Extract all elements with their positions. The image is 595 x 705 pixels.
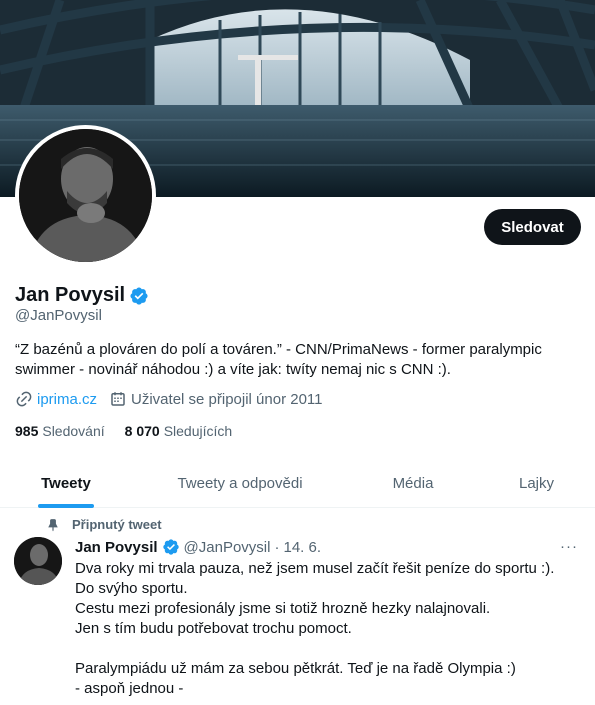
- tweet-author-name[interactable]: Jan Povysil: [75, 539, 158, 556]
- tab-likes[interactable]: Lajky: [478, 458, 595, 508]
- followers-count: 8 070: [124, 423, 160, 439]
- tweet-header: Jan Povysil @JanPovysil · 14. 6.: [75, 538, 321, 556]
- joined-item: Uživatel se připojil únor 2011: [109, 390, 323, 408]
- more-icon[interactable]: ···: [560, 538, 578, 555]
- following-label: Sledování: [42, 423, 105, 439]
- verified-badge-icon: [162, 539, 179, 555]
- tweet-line: Paralympiádu už mám za sebou pětkrát. Te…: [75, 660, 516, 677]
- tweet-author-handle[interactable]: @JanPovysil: [184, 539, 271, 556]
- tab-tweets-and-replies[interactable]: Tweety a odpovědi: [132, 458, 348, 508]
- tweet-author-avatar[interactable]: [14, 537, 62, 585]
- calendar-icon: [111, 392, 125, 406]
- tab-label: Lajky: [518, 474, 555, 492]
- profile-avatar[interactable]: [15, 125, 156, 266]
- tweet-separator: ·: [274, 538, 280, 556]
- tab-tweets[interactable]: Tweety: [0, 458, 132, 508]
- tweet-line: - aspoň jednou -: [75, 680, 184, 697]
- tab-label: Tweety a odpovědi: [177, 474, 303, 492]
- joined-date: Uživatel se připojil únor 2011: [131, 390, 323, 408]
- following-count: 985: [15, 423, 39, 439]
- followers-label: Sledujících: [163, 423, 233, 439]
- verified-badge-icon[interactable]: [129, 286, 149, 306]
- pin-icon: [48, 518, 58, 531]
- follow-button[interactable]: Sledovat: [484, 209, 581, 245]
- tweet-date[interactable]: 14. 6.: [283, 539, 321, 556]
- following-count-link[interactable]: 985 Sledování: [15, 423, 105, 439]
- tweet-text[interactable]: Dva roky mi trvala pauza, než jsem musel…: [75, 559, 580, 699]
- profile-tabs: Tweety Tweety a odpovědi Média Lajky: [0, 458, 595, 508]
- tweet-line: Do svýho sportu.: [75, 580, 188, 597]
- pinned-indicator: Připnutý tweet: [46, 517, 162, 532]
- profile-handle: @JanPovysil: [15, 307, 102, 324]
- tweet-line: Jen s tím budu potřebovat trochu pomoct.: [75, 620, 352, 637]
- tab-media[interactable]: Média: [348, 458, 478, 508]
- tab-label: Tweety: [41, 474, 91, 492]
- follow-counts: 985 Sledování 8 070 Sledujících: [15, 423, 252, 439]
- website-item[interactable]: iprima.cz: [15, 390, 97, 408]
- profile-bio: “Z bazénů a plováren do polí a továren.”…: [15, 341, 542, 378]
- avatar-image: [19, 129, 152, 262]
- pinned-label: Připnutý tweet: [72, 517, 162, 532]
- tweet-line: Cestu mezi profesionály jsme si totiž hr…: [75, 600, 491, 617]
- tweet-line: [75, 639, 580, 659]
- website-link[interactable]: iprima.cz: [37, 391, 97, 408]
- tab-active-indicator: [38, 504, 94, 508]
- tweet-avatar-image: [14, 537, 62, 585]
- tweet-line: Dva roky mi trvala pauza, než jsem musel…: [75, 560, 555, 577]
- profile-name-row: Jan Povysil: [15, 284, 149, 307]
- profile-meta: iprima.cz Uživatel se připojil únor 2011: [15, 390, 335, 408]
- tab-label: Média: [392, 474, 434, 492]
- link-icon: [16, 391, 32, 407]
- profile-name: Jan Povysil: [15, 284, 126, 306]
- followers-count-link[interactable]: 8 070 Sledujících: [125, 423, 233, 439]
